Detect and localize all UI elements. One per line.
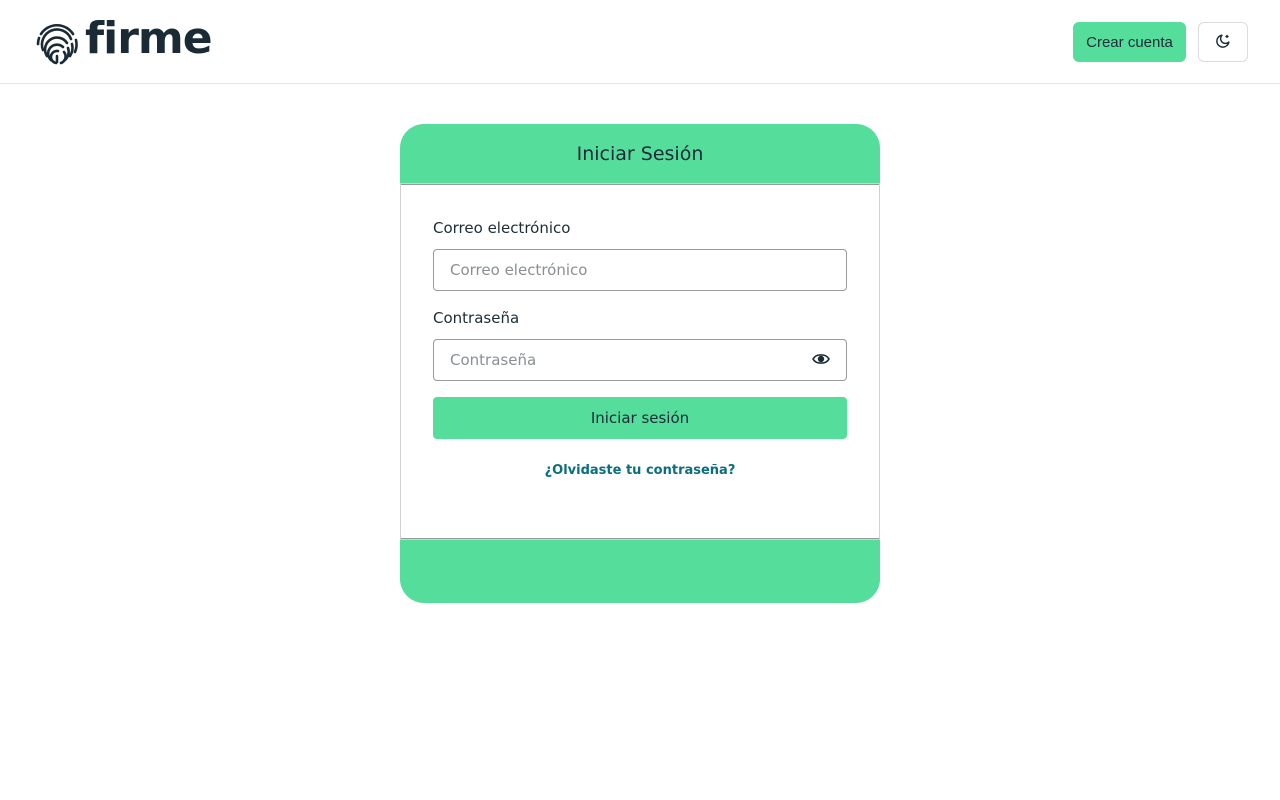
login-card-title: Iniciar Sesión: [576, 143, 704, 165]
login-submit-button[interactable]: Iniciar sesión: [433, 397, 847, 439]
eye-icon: [812, 352, 830, 369]
email-field[interactable]: [433, 249, 847, 291]
forgot-password-link[interactable]: ¿Olvidaste tu contraseña?: [401, 463, 879, 478]
password-label: Contraseña: [433, 309, 520, 327]
email-label: Correo electrónico: [433, 219, 571, 237]
brand-name: firme: [85, 13, 213, 64]
brand-logo[interactable]: firme: [33, 13, 213, 66]
password-field[interactable]: [433, 339, 797, 381]
top-navbar: firme Crear cuenta: [0, 0, 1280, 84]
show-password-button[interactable]: [796, 339, 847, 381]
login-form: Correo electrónico Contraseña Iniciar se…: [401, 184, 879, 539]
theme-toggle-button[interactable]: [1198, 22, 1248, 62]
login-card: Iniciar Sesión Correo electrónico Contra…: [400, 124, 880, 603]
create-account-button[interactable]: Crear cuenta: [1073, 22, 1186, 62]
fingerprint-icon: [33, 18, 81, 66]
moon-icon: [1215, 33, 1231, 52]
